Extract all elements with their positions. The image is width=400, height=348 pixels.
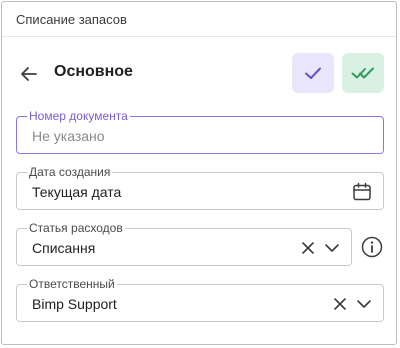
created-date-value[interactable]: Текущая дата: [32, 183, 121, 201]
responsible-value[interactable]: Bimp Support: [32, 295, 117, 313]
chevron-down-icon: [325, 244, 339, 252]
check-icon: [305, 67, 321, 79]
double-check-icon: [351, 67, 374, 79]
expense-item-field[interactable]: Статья расходов Списання: [16, 221, 352, 266]
responsible-label: Ответственный: [27, 277, 117, 291]
section-header: Основное: [2, 37, 396, 109]
created-date-label: Дата создания: [27, 165, 113, 179]
arrow-left-icon: [21, 67, 37, 81]
close-icon: [334, 298, 346, 310]
chevron-down-icon: [357, 300, 371, 308]
responsible-clear-button[interactable]: [329, 293, 351, 315]
close-icon: [302, 242, 314, 254]
page-title: Основное: [54, 63, 133, 80]
expense-item-info-button[interactable]: [360, 235, 384, 259]
expense-item-value[interactable]: Списання: [32, 239, 95, 257]
created-date-field[interactable]: Дата создания Текущая дата: [16, 165, 384, 210]
calendar-button[interactable]: [351, 181, 373, 203]
expense-item-clear-button[interactable]: [297, 237, 319, 259]
calendar-icon: [353, 182, 371, 201]
responsible-field[interactable]: Ответственный Bimp Support: [16, 277, 384, 322]
doc-number-field[interactable]: Номер документа Не указано: [16, 109, 384, 154]
expense-item-dropdown-button[interactable]: [321, 237, 343, 259]
window-title: Списание запасов: [2, 2, 396, 37]
expense-item-label: Статья расходов: [27, 221, 125, 235]
doc-number-input[interactable]: Не указано: [32, 127, 105, 145]
window-title-text: Списание запасов: [16, 11, 127, 27]
save-and-close-button[interactable]: [342, 53, 384, 93]
write-off-window: Списание запасов Основное Номер документ…: [1, 1, 397, 345]
doc-number-label: Номер документа: [27, 109, 130, 123]
info-icon: [361, 236, 383, 258]
back-button[interactable]: [18, 63, 40, 85]
responsible-dropdown-button[interactable]: [353, 293, 375, 315]
save-button[interactable]: [292, 53, 334, 93]
